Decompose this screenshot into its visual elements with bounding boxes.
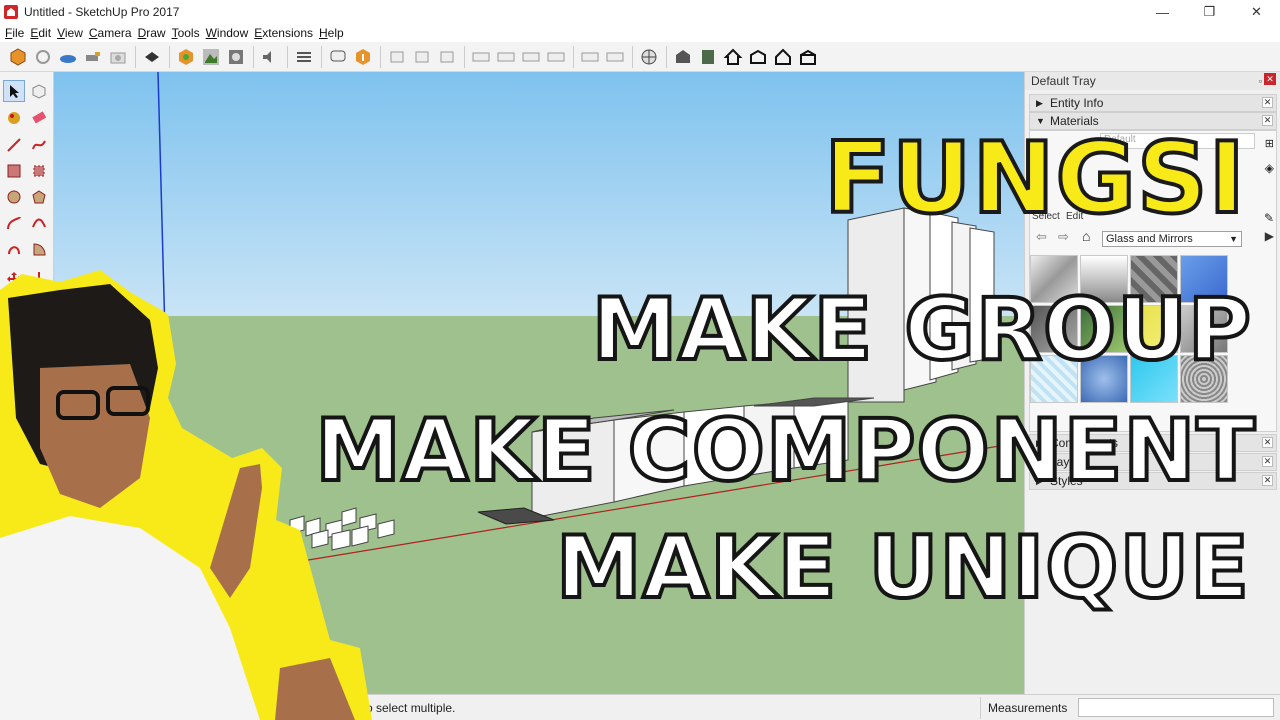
- toolbar-separator: [321, 45, 322, 68]
- toolbar-separator: [287, 45, 288, 68]
- window-controls: — ❐ ✕: [1139, 0, 1280, 24]
- terrain-icon[interactable]: [199, 45, 223, 69]
- make-component-icon[interactable]: [28, 80, 50, 102]
- section-cut-icon[interactable]: [519, 45, 543, 69]
- section-plane-icon[interactable]: [469, 45, 493, 69]
- panel-close-icon[interactable]: ✕: [1262, 97, 1273, 108]
- three-point-arc-icon[interactable]: [3, 238, 25, 260]
- display-secondary-icon[interactable]: ◈: [1265, 161, 1274, 175]
- menu-window[interactable]: Window: [205, 26, 254, 40]
- menu-tools[interactable]: Tools: [171, 26, 205, 40]
- toolbar-separator: [380, 45, 381, 68]
- house-front-icon[interactable]: [746, 45, 770, 69]
- layers-icon[interactable]: [292, 45, 316, 69]
- minimize-button[interactable]: —: [1139, 0, 1186, 24]
- panel-close-icon[interactable]: ✕: [1262, 475, 1273, 486]
- window-title: Untitled - SketchUp Pro 2017: [24, 5, 180, 19]
- panel-entity-info[interactable]: ▶ Entity Info ✕: [1029, 94, 1277, 112]
- title-bar: Untitled - SketchUp Pro 2017 — ❐ ✕: [0, 0, 1280, 24]
- toolbar-separator: [573, 45, 574, 68]
- panel-close-icon[interactable]: ✕: [1262, 437, 1273, 448]
- panel-close-icon[interactable]: ✕: [1262, 115, 1273, 126]
- view-top-icon[interactable]: [410, 45, 434, 69]
- menu-edit[interactable]: Edit: [29, 26, 56, 40]
- tray-close-icon[interactable]: ✕: [1264, 73, 1276, 85]
- freehand-icon[interactable]: [28, 134, 50, 156]
- two-point-arc-icon[interactable]: [28, 212, 50, 234]
- menu-help[interactable]: Help: [318, 26, 349, 40]
- info-icon[interactable]: [351, 45, 375, 69]
- menu-camera[interactable]: Camera: [88, 26, 137, 40]
- tray-title: Default Tray ▫ ✕: [1025, 72, 1280, 90]
- style-backedge-icon[interactable]: [603, 45, 627, 69]
- sketchup-logo-icon: [4, 5, 18, 19]
- measurements-input[interactable]: [1078, 698, 1274, 717]
- collapsed-arrow-icon: ▶: [1036, 98, 1043, 108]
- reload-icon[interactable]: [31, 45, 55, 69]
- headline-make-group: MAKE GROUP: [590, 280, 1253, 380]
- share-icon[interactable]: [56, 45, 80, 69]
- toolbar-separator: [253, 45, 254, 68]
- view-front-icon[interactable]: [435, 45, 459, 69]
- toolbar-separator: [666, 45, 667, 68]
- toolbar-separator: [632, 45, 633, 68]
- select-tool-icon[interactable]: [3, 80, 25, 102]
- speech-icon[interactable]: [326, 45, 350, 69]
- sound-icon[interactable]: [258, 45, 282, 69]
- get-models-icon[interactable]: [6, 45, 30, 69]
- sandbox-icon[interactable]: [81, 45, 105, 69]
- line-tool-icon[interactable]: [3, 134, 25, 156]
- details-arrow-icon[interactable]: ▶: [1265, 229, 1274, 243]
- close-button[interactable]: ✕: [1233, 0, 1280, 24]
- house-side-icon[interactable]: [796, 45, 820, 69]
- extension-warehouse-icon[interactable]: [140, 45, 164, 69]
- toolbar-separator: [169, 45, 170, 68]
- menu-extensions[interactable]: Extensions: [253, 26, 318, 40]
- eyedropper-icon[interactable]: ✎: [1264, 211, 1274, 225]
- circle-tool-icon[interactable]: [3, 186, 25, 208]
- status-divider: [980, 697, 981, 719]
- home-icon[interactable]: [721, 45, 745, 69]
- geo-location-icon[interactable]: [174, 45, 198, 69]
- menu-bar: File Edit View Camera Draw Tools Window …: [0, 24, 1280, 42]
- section-display-icon[interactable]: [544, 45, 568, 69]
- polygon-tool-icon[interactable]: [28, 186, 50, 208]
- camera-icon[interactable]: [106, 45, 130, 69]
- pie-tool-icon[interactable]: [28, 238, 50, 260]
- headline-make-component: MAKE COMPONENT: [313, 401, 1257, 501]
- pin-icon[interactable]: ▫: [1259, 72, 1262, 90]
- arc-tool-icon[interactable]: [3, 212, 25, 234]
- sketchup-window: Untitled - SketchUp Pro 2017 — ❐ ✕ File …: [0, 0, 1280, 720]
- panel-close-icon[interactable]: ✕: [1262, 456, 1273, 467]
- rotated-rectangle-icon[interactable]: [28, 160, 50, 182]
- create-material-icon[interactable]: ⊞: [1265, 137, 1274, 150]
- style-xray-icon[interactable]: [578, 45, 602, 69]
- menu-file[interactable]: File: [4, 26, 29, 40]
- headline-make-unique: MAKE UNIQUE: [554, 518, 1251, 618]
- maximize-button[interactable]: ❐: [1186, 0, 1233, 24]
- toolbar-separator: [135, 45, 136, 68]
- main-toolbar: [0, 42, 1280, 72]
- menu-view[interactable]: View: [56, 26, 88, 40]
- book-icon[interactable]: [696, 45, 720, 69]
- paint-bucket-icon[interactable]: [3, 106, 25, 128]
- headline-fungsi: FUNGSI: [822, 122, 1247, 236]
- view-iso-icon[interactable]: [385, 45, 409, 69]
- house-outline-icon[interactable]: [771, 45, 795, 69]
- eraser-icon[interactable]: [28, 106, 50, 128]
- globe-icon[interactable]: [637, 45, 661, 69]
- photo-match-icon[interactable]: [224, 45, 248, 69]
- measurements-label: Measurements: [988, 701, 1068, 715]
- rectangle-tool-icon[interactable]: [3, 160, 25, 182]
- toolbar-separator: [464, 45, 465, 68]
- section-fill-icon[interactable]: [494, 45, 518, 69]
- warehouse-box-icon[interactable]: [671, 45, 695, 69]
- menu-draw[interactable]: Draw: [137, 26, 171, 40]
